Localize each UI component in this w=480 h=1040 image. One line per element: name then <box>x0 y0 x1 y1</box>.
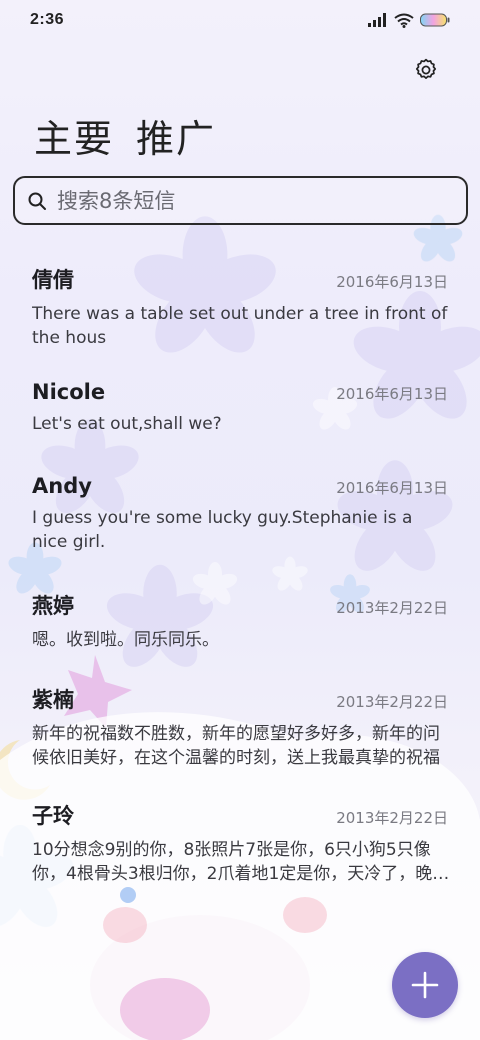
plus-icon <box>411 971 439 999</box>
sender-name: 倩倩 <box>32 268 74 292</box>
settings-button[interactable] <box>410 54 442 86</box>
message-item[interactable]: Nicole 2016年6月13日 Let's eat out,shall we… <box>0 380 480 436</box>
search-input[interactable] <box>57 188 437 213</box>
message-item[interactable]: Andy 2016年6月13日 I guess you're some luck… <box>0 474 480 554</box>
sender-name: Andy <box>32 474 92 498</box>
message-date: 2016年6月13日 <box>336 479 448 497</box>
message-preview: 嗯。收到啦。同乐同乐。 <box>32 630 219 650</box>
message-date: 2013年2月22日 <box>336 809 448 827</box>
status-time: 2:36 <box>30 11 65 28</box>
wifi-icon <box>394 13 414 28</box>
sender-name: Nicole <box>32 380 106 404</box>
message-preview: 10分想念9别的你，8张照片7张是你，6只小狗5只像你，4根骨头3根归你，2爪着… <box>32 840 450 884</box>
search-bar[interactable] <box>13 176 468 225</box>
signal-icon <box>368 13 386 27</box>
search-icon <box>28 192 46 210</box>
message-date: 2013年2月22日 <box>336 693 448 711</box>
message-item[interactable]: 燕婷 2013年2月22日 嗯。收到啦。同乐同乐。 <box>0 590 480 652</box>
status-bar: 2:36 <box>0 0 480 40</box>
sender-name: 紫楠 <box>32 688 74 712</box>
message-item[interactable]: 倩倩 2016年6月13日 There was a table set out … <box>0 264 480 350</box>
tab-bar: 主要 推广 <box>34 108 216 163</box>
message-preview: There was a table set out under a tree i… <box>32 304 448 348</box>
tab-primary[interactable]: 主要 <box>34 108 114 163</box>
tab-promotions[interactable]: 推广 <box>136 108 216 163</box>
compose-button[interactable] <box>392 952 458 1018</box>
message-date: 2013年2月22日 <box>336 599 448 617</box>
message-item[interactable]: 紫楠 2013年2月22日 新年的祝福数不胜数，新年的愿望好多好多，新年的问候依… <box>0 684 480 770</box>
message-preview: 新年的祝福数不胜数，新年的愿望好多好多，新年的问候依旧美好，在这个温馨的时刻，送… <box>32 724 440 768</box>
message-preview: Let's eat out,shall we? <box>32 414 222 434</box>
gear-icon <box>415 58 437 79</box>
message-date: 2016年6月13日 <box>336 385 448 403</box>
sender-name: 子玲 <box>32 804 74 828</box>
battery-icon <box>420 13 450 27</box>
message-date: 2016年6月13日 <box>336 273 448 291</box>
status-icons <box>368 13 450 28</box>
sender-name: 燕婷 <box>32 594 74 618</box>
message-item[interactable]: 子玲 2013年2月22日 10分想念9别的你，8张照片7张是你，6只小狗5只像… <box>0 800 480 886</box>
message-preview: I guess you're some lucky guy.Stephanie … <box>32 508 413 552</box>
